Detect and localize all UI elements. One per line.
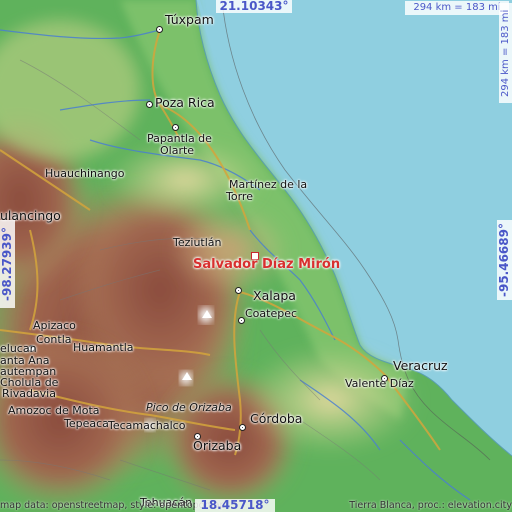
place-label: Túxpam [165, 12, 214, 27]
target-place-label: Salvador Díaz Mirón [193, 257, 341, 272]
place-label: Córdoba [250, 411, 303, 426]
place-label: Coatepec [245, 307, 298, 320]
place-label: Martínez de la [229, 178, 308, 191]
place-label: Valente Díaz [345, 377, 414, 390]
volcano-peak-icon [202, 310, 212, 318]
attribution-left: map data: openstreetmap, style: opentopo… [0, 500, 226, 511]
topographic-map[interactable]: Túxpam Poza Rica Papantla de Olarte Huau… [0, 0, 512, 512]
place-label: Contla [36, 333, 72, 346]
longitude-left-label: -98.27939° [0, 220, 15, 308]
place-label: Tepeaca [64, 417, 109, 430]
place-label: Xalapa [253, 288, 296, 303]
scale-label-horizontal: 294 km = 183 mi [405, 1, 509, 15]
city-marker [146, 101, 153, 108]
place-label: Papantla de [147, 132, 212, 145]
latitude-top-label: 21.10343° [216, 0, 292, 13]
city-marker [235, 287, 242, 294]
place-label: Tecamachalco [108, 419, 186, 432]
place-label: Olarte [160, 144, 195, 157]
place-label: Amozoc de Mota [8, 404, 100, 417]
place-label: elucan [0, 342, 37, 355]
attribution-right: Tierra Blanca, proc.: elevation.city [349, 500, 512, 511]
place-label: Huamantla [73, 341, 134, 354]
city-marker [156, 26, 163, 33]
place-label: Apizaco [33, 319, 76, 332]
place-label: Veracruz [393, 358, 448, 373]
peak-label: Pico de Orizaba [146, 401, 232, 414]
place-label: Huauchinango [45, 167, 125, 180]
place-label: Teziutlán [173, 236, 222, 249]
latitude-bottom-label: 18.45718° [195, 499, 275, 512]
place-label: Orizaba [193, 438, 242, 453]
place-label: Torre [226, 190, 253, 203]
longitude-right-label: -95.46689° [497, 220, 512, 300]
scale-label-vertical: 294 km = 183 mi [499, 3, 512, 103]
place-label: Poza Rica [155, 95, 215, 110]
volcano-peak-icon [182, 372, 192, 380]
city-marker [239, 424, 246, 431]
city-marker [238, 317, 245, 324]
city-marker [172, 124, 179, 131]
place-label: Rivadavia [2, 387, 56, 400]
